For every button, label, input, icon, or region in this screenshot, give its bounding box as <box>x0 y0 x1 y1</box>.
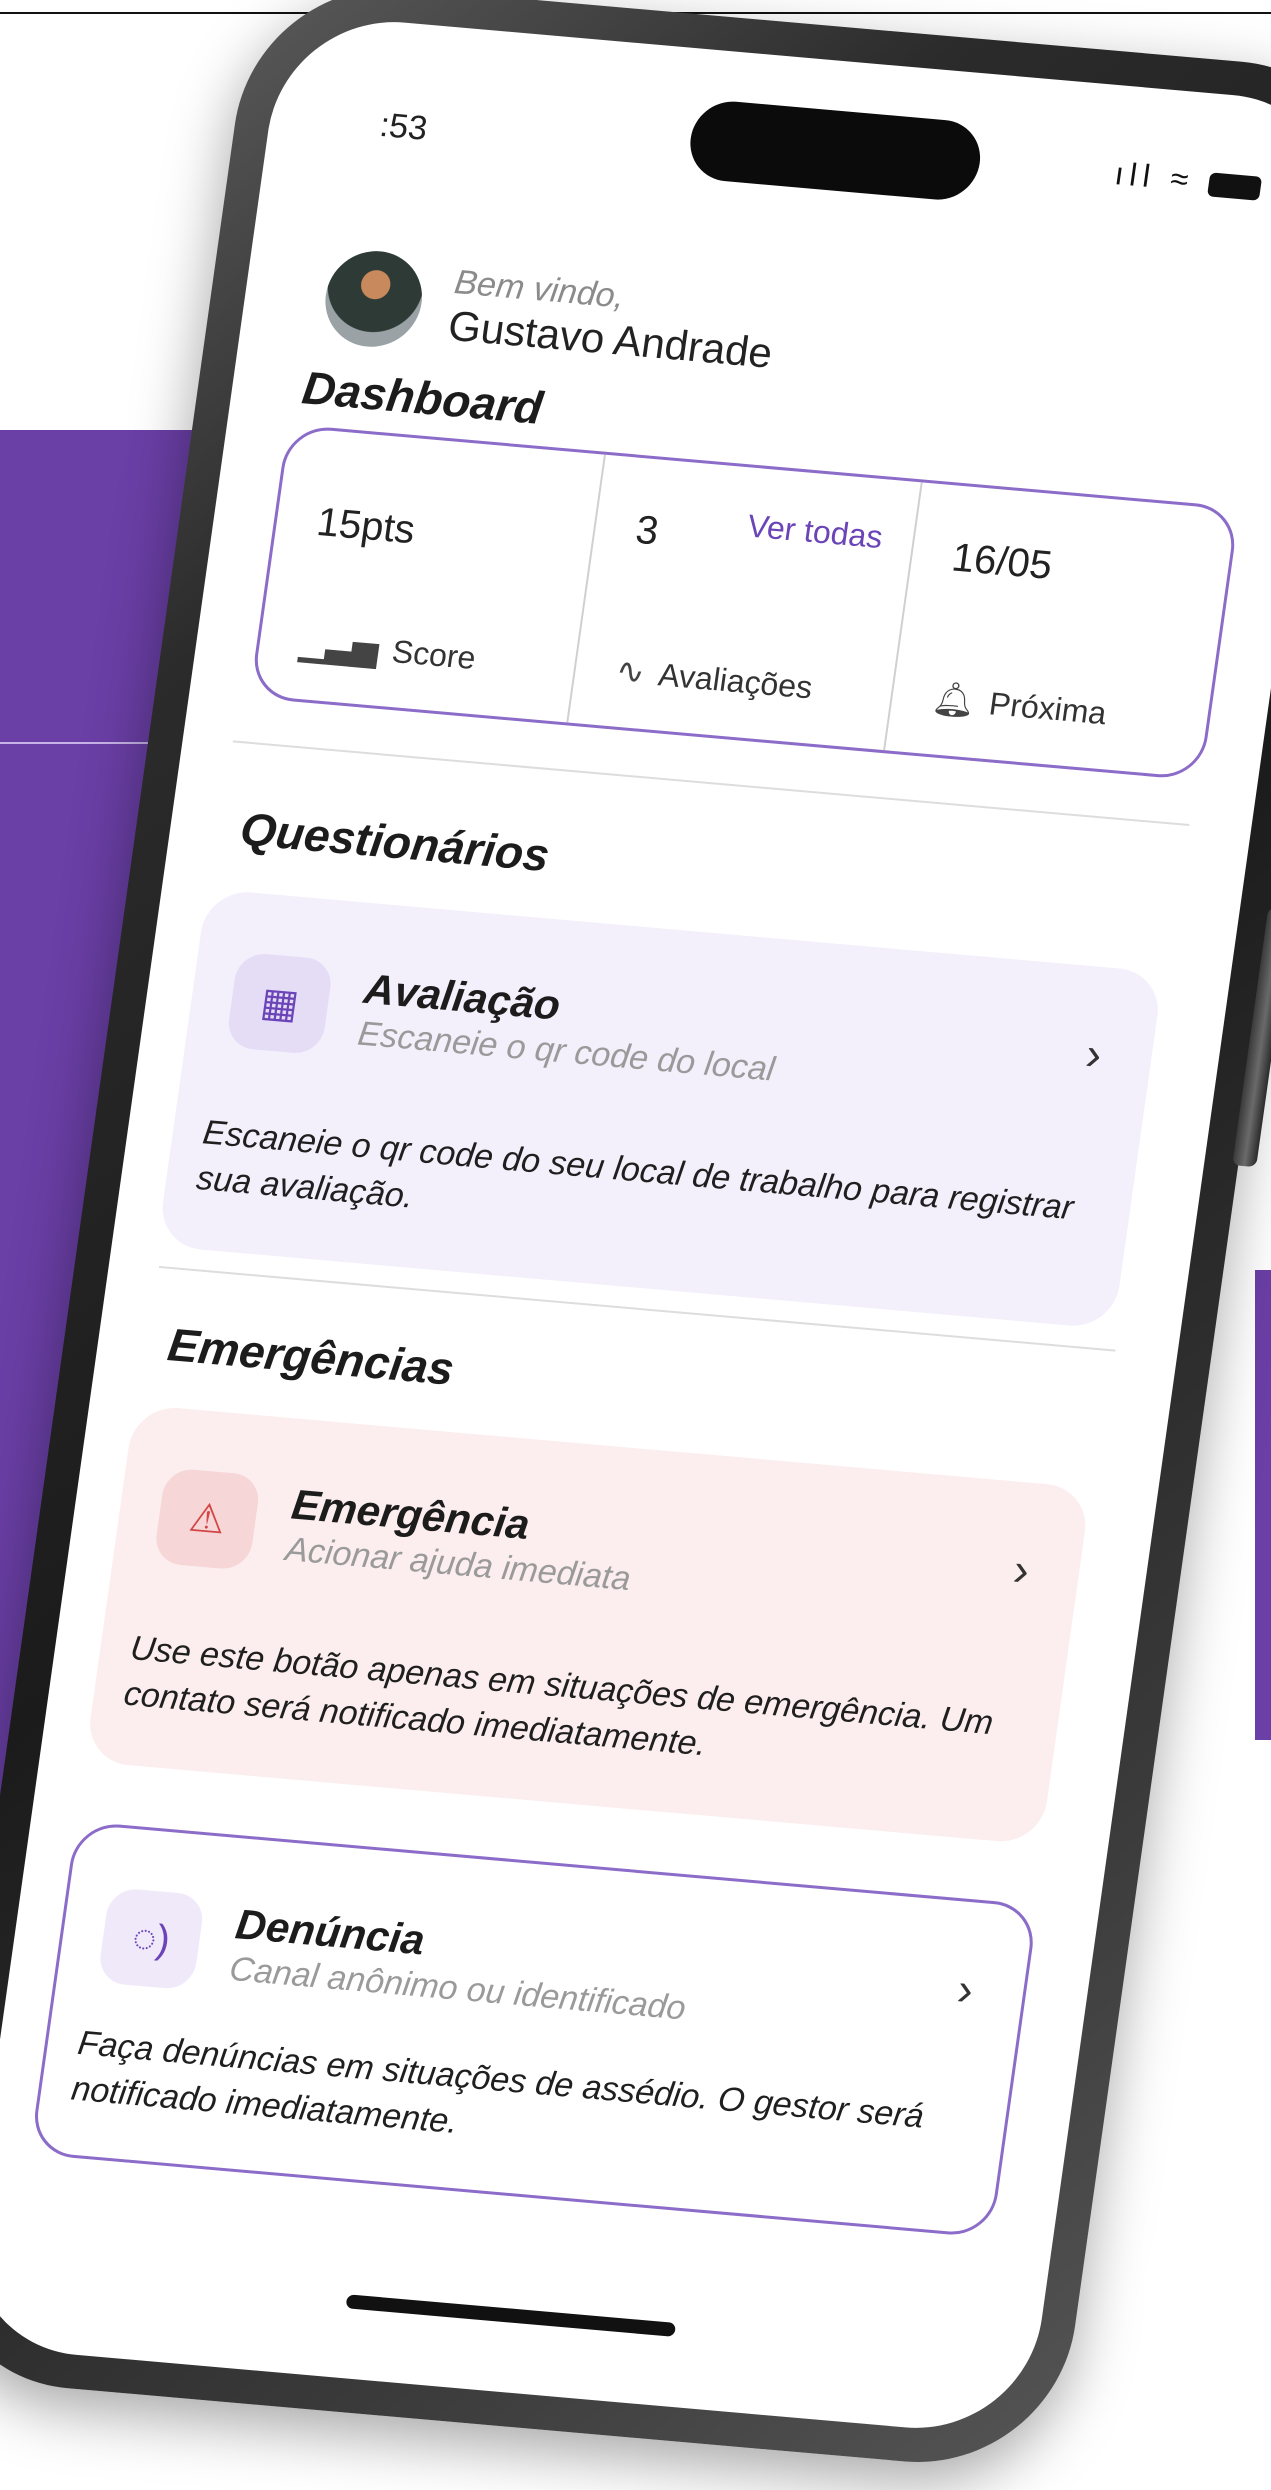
report-card-subtitle: Canal anônimo ou identificado <box>227 1949 689 2028</box>
speech-icon: ◌) <box>96 1887 206 1991</box>
evaluations-value: 3 <box>633 507 662 554</box>
battery-icon <box>1207 171 1263 201</box>
emergency-card[interactable]: ⚠ Emergência Acionar ajuda imediata › Us… <box>84 1404 1091 1845</box>
dashboard-evaluations: 3 Ver todas ∿ Avaliações <box>566 454 921 751</box>
greeting-header: Bem vindo, Gustavo Andrade <box>319 247 781 381</box>
pulse-icon: ∿ <box>613 651 648 692</box>
evaluation-card[interactable]: ▦ Avaliação Escaneie o qr code do local … <box>156 888 1164 1330</box>
chart-icon: ▁▃▅ <box>297 624 381 669</box>
evaluation-card-description: Escaneie o qr code do seu local de traba… <box>194 1113 1076 1228</box>
evaluations-label: Avaliações <box>656 655 815 706</box>
emergencies-title: Emergências <box>164 1318 458 1395</box>
bell-icon: 🔔︎ <box>929 679 979 721</box>
see-all-link[interactable]: Ver todas <box>745 508 885 556</box>
next-label-row: 🔔︎ Próxima <box>930 678 1109 733</box>
dynamic-island <box>685 98 986 203</box>
status-time: :53 <box>377 106 430 148</box>
avatar[interactable] <box>319 247 429 351</box>
phone-mockup: :53 ıll ≈ Bem vindo, Gustavo Andrade Das… <box>0 0 1271 2475</box>
report-card[interactable]: ◌) Denúncia Canal anônimo ou identificad… <box>29 1820 1039 2239</box>
evaluation-card-subtitle: Escaneie o qr code do local <box>355 1014 777 1089</box>
home-indicator[interactable] <box>345 2294 677 2337</box>
emergency-card-description: Use este botão apenas em situações de em… <box>121 1629 996 1764</box>
dashboard-title: Dashboard <box>299 361 546 434</box>
signal-icon: ıll <box>1112 155 1159 195</box>
dashboard-card: 15pts ▁▃▅ Score 3 Ver todas ∿ Avaliações… <box>249 423 1240 781</box>
status-icons: ıll ≈ <box>1112 155 1263 204</box>
dashboard-next: 16/05 🔔︎ Próxima <box>882 482 1237 778</box>
chevron-right-icon: › <box>1082 1027 1106 1081</box>
questionnaires-title: Questionários <box>237 802 553 882</box>
chevron-right-icon: › <box>1010 1542 1033 1596</box>
score-label-row: ▁▃▅ Score <box>297 623 479 678</box>
wifi-icon: ≈ <box>1168 160 1197 198</box>
background-purple-panel-right <box>1255 1270 1271 1740</box>
next-date-value: 16/05 <box>949 535 1055 588</box>
siren-icon: ⚠ <box>152 1467 262 1571</box>
dashboard-score: 15pts ▁▃▅ Score <box>253 427 605 722</box>
evaluations-label-row: ∿ Avaliações <box>613 651 815 708</box>
qr-code-icon: ▦ <box>225 951 335 1056</box>
report-card-description: Faça denúncias em situações de assédio. … <box>69 2023 927 2142</box>
next-label: Próxima <box>986 684 1109 731</box>
score-label: Score <box>389 632 479 676</box>
chevron-right-icon: › <box>954 1962 977 2016</box>
score-value: 15pts <box>314 500 418 553</box>
